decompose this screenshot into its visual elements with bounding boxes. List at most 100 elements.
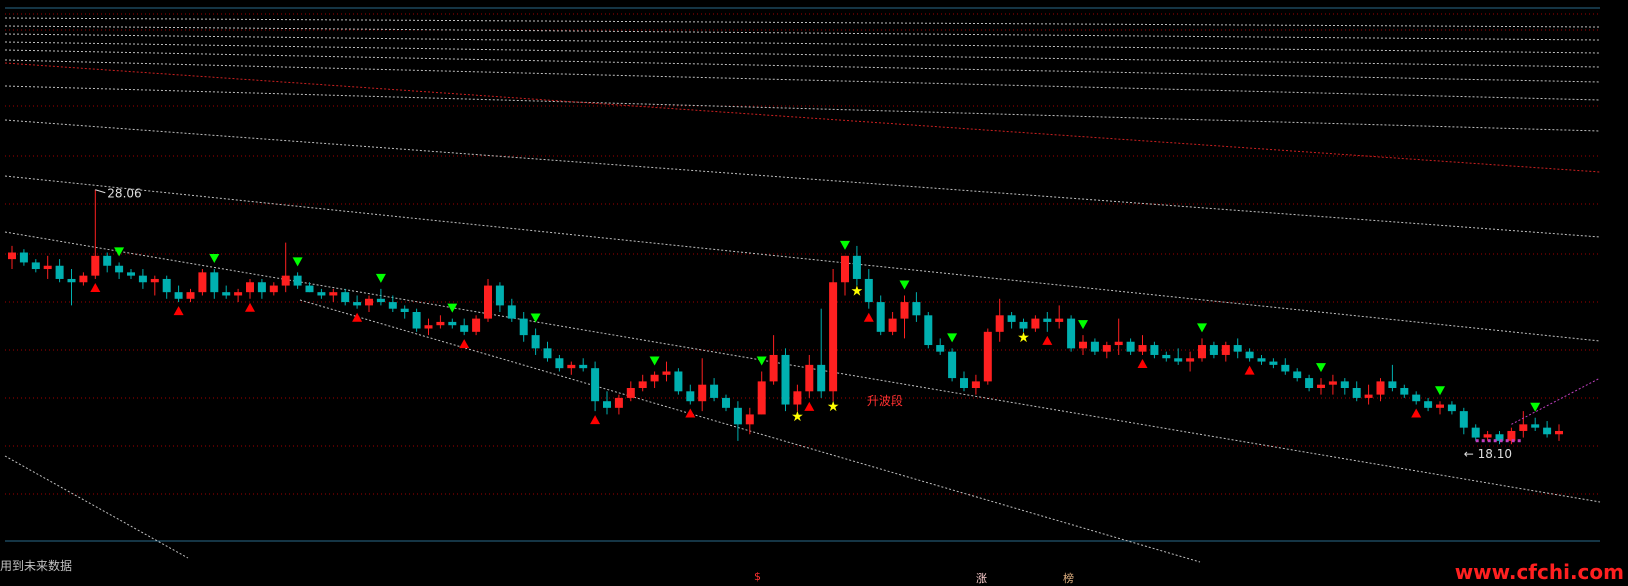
candle-body: [222, 292, 231, 296]
candle-body: [1174, 358, 1183, 362]
candle-body: [1305, 378, 1314, 388]
candle-body: [1412, 394, 1421, 402]
candle-body: [115, 265, 124, 273]
candle-body: [495, 285, 504, 306]
channel-line: [4, 85, 1601, 132]
projection-dot: [1493, 439, 1497, 443]
candle-body: [650, 374, 659, 382]
candle-body: [626, 388, 635, 398]
projection-dot: [1475, 439, 1479, 443]
candle-body: [1221, 345, 1230, 355]
candle-body: [412, 312, 421, 329]
buy-marker: [1244, 365, 1255, 375]
sell-marker: [1316, 363, 1326, 373]
sell-marker: [292, 257, 303, 267]
indicator-badge[interactable]: $: [752, 570, 763, 583]
candle-body: [888, 318, 897, 332]
candle-body: [1055, 318, 1064, 322]
candle-body: [1352, 388, 1361, 398]
candle-body: [67, 278, 76, 283]
candle-body: [317, 292, 326, 296]
channel-line-red: [4, 62, 1601, 173]
candle-body: [400, 308, 409, 312]
sell-marker: [840, 240, 850, 250]
candle-body: [722, 397, 730, 408]
candle-body: [1459, 411, 1468, 428]
candle-body: [1424, 401, 1433, 408]
candle-body: [186, 292, 195, 299]
candle-body: [924, 315, 933, 346]
candle-body: [960, 378, 968, 388]
buy-marker: [245, 302, 255, 312]
candle-body: [234, 292, 243, 296]
buy-marker: [90, 282, 101, 292]
candle-body: [769, 354, 778, 382]
candle-body: [1019, 321, 1028, 329]
candle-body: [674, 371, 683, 392]
buy-marker: [1411, 408, 1422, 418]
candle-body: [19, 252, 28, 263]
candle-body: [1483, 434, 1492, 438]
channel-line: [4, 231, 1601, 503]
indicator-badge[interactable]: 涨: [974, 570, 989, 586]
projection-dot: [1487, 439, 1491, 443]
candle-body: [210, 272, 219, 293]
candle-body: [1364, 394, 1373, 398]
candle-body: [329, 292, 338, 296]
candle-body: [1150, 345, 1159, 355]
candle-body: [793, 391, 802, 405]
candle-body: [1388, 381, 1397, 388]
channel-line: [4, 119, 1601, 238]
sell-marker: [947, 333, 958, 343]
sell-marker: [649, 356, 660, 366]
candle-body: [829, 282, 838, 392]
candle-body: [388, 302, 397, 309]
candle-body: [591, 368, 600, 402]
candle-body: [912, 302, 921, 316]
candle-body: [781, 354, 790, 405]
buy-marker: [1137, 358, 1148, 368]
star-marker: ★: [1017, 330, 1030, 346]
candle-body: [246, 282, 254, 293]
wave-annotation: 升波段: [867, 393, 903, 408]
channel-line: [4, 175, 1601, 342]
candle-body: [1471, 427, 1480, 438]
sell-marker: [899, 280, 910, 290]
candle-body: [603, 401, 611, 408]
channel-line: [4, 41, 1601, 68]
candle-body: [150, 278, 159, 283]
candle-body: [1340, 381, 1349, 388]
buy-marker: [352, 312, 363, 322]
projection-dot: [1481, 439, 1485, 443]
indicator-badge[interactable]: 榜: [1061, 570, 1076, 586]
high-pointer: [95, 189, 106, 194]
candle-body: [305, 285, 314, 293]
candle-body: [852, 255, 861, 279]
candle-body: [91, 255, 100, 276]
candle-body: [376, 298, 385, 303]
candle-body: [817, 364, 826, 392]
candlestick-chart[interactable]: ★ ★ ★ ★ 28.06 ← 18.10 升波段: [0, 0, 1628, 586]
candle-body: [174, 292, 183, 299]
channel-line: [4, 455, 189, 559]
candle-body: [127, 272, 135, 276]
sell-marker: [209, 254, 220, 264]
candle-body: [31, 262, 40, 270]
sell-marker: [756, 356, 767, 366]
buy-marker: [1042, 335, 1053, 345]
candle-body: [1079, 341, 1087, 349]
candle-body: [460, 325, 469, 332]
candle-body: [436, 321, 445, 326]
buy-marker: [173, 306, 184, 316]
sell-marker: [1197, 323, 1207, 333]
candle-body: [567, 364, 576, 369]
candle-body: [936, 345, 945, 352]
candle-body: [1543, 427, 1552, 435]
candle-body: [1281, 364, 1290, 372]
candle-body: [365, 298, 373, 306]
candle-body: [472, 318, 481, 332]
sell-marker: [375, 273, 386, 283]
projection-dot: [1505, 439, 1509, 443]
star-marker: ★: [827, 399, 840, 415]
buy-marker: [804, 401, 815, 411]
